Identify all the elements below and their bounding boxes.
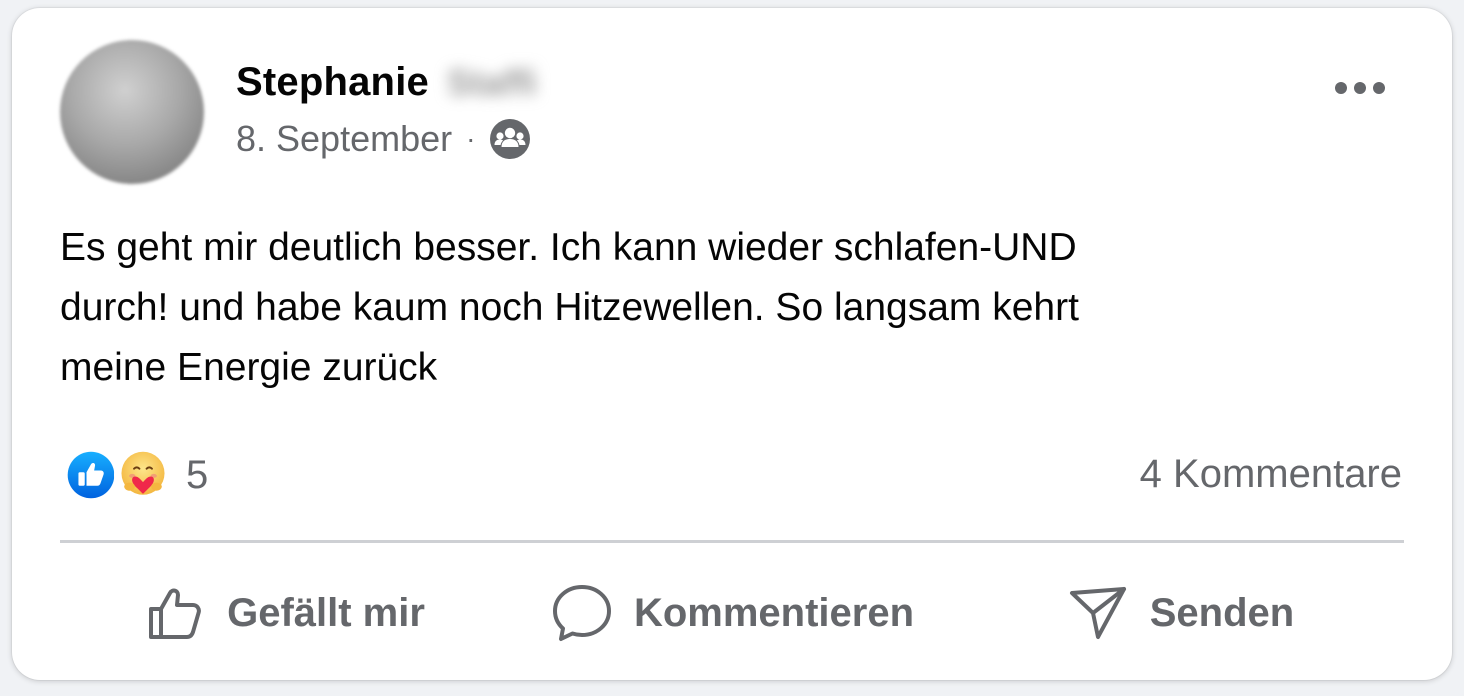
comment-button[interactable]: Kommentieren: [508, 581, 956, 645]
like-button-label: Gefällt mir: [227, 590, 425, 635]
post-body: Es geht mir deutlich besser. Ich kann wi…: [60, 226, 1079, 389]
send-button[interactable]: Senden: [956, 581, 1404, 645]
send-icon: [1069, 587, 1126, 639]
comments-count-link[interactable]: 4 Kommentare: [1140, 452, 1402, 497]
group-icon[interactable]: [489, 118, 531, 160]
care-reaction-icon: [114, 446, 172, 504]
like-reaction-icon: [62, 446, 120, 504]
more-dot-icon: [1354, 82, 1366, 94]
reaction-count: 5: [186, 452, 209, 497]
more-dot-icon: [1335, 82, 1347, 94]
post-date[interactable]: 8. September: [236, 118, 452, 160]
post-author: Stephanie Staffi: [236, 60, 537, 105]
thumbs-up-icon: [149, 588, 201, 639]
author-name[interactable]: Stephanie: [236, 60, 429, 105]
comment-bubble-icon: [552, 585, 611, 641]
divider: [60, 540, 1404, 543]
reactions-summary[interactable]: 5: [62, 446, 208, 504]
avatar[interactable]: [60, 40, 204, 184]
post-meta: 8. September ·: [236, 118, 531, 160]
meta-separator: ·: [466, 123, 476, 154]
action-bar: Gefällt mir Kommentieren Senden: [60, 568, 1404, 658]
post-card: Stephanie Staffi 8. September · Es geht …: [12, 8, 1452, 680]
send-button-label: Senden: [1149, 590, 1295, 635]
more-dot-icon: [1373, 82, 1385, 94]
author-lastname-blurred: Staffi: [446, 61, 537, 103]
like-button[interactable]: Gefällt mir: [60, 581, 508, 645]
more-options-button[interactable]: [1324, 68, 1396, 108]
comment-button-label: Kommentieren: [633, 590, 915, 635]
